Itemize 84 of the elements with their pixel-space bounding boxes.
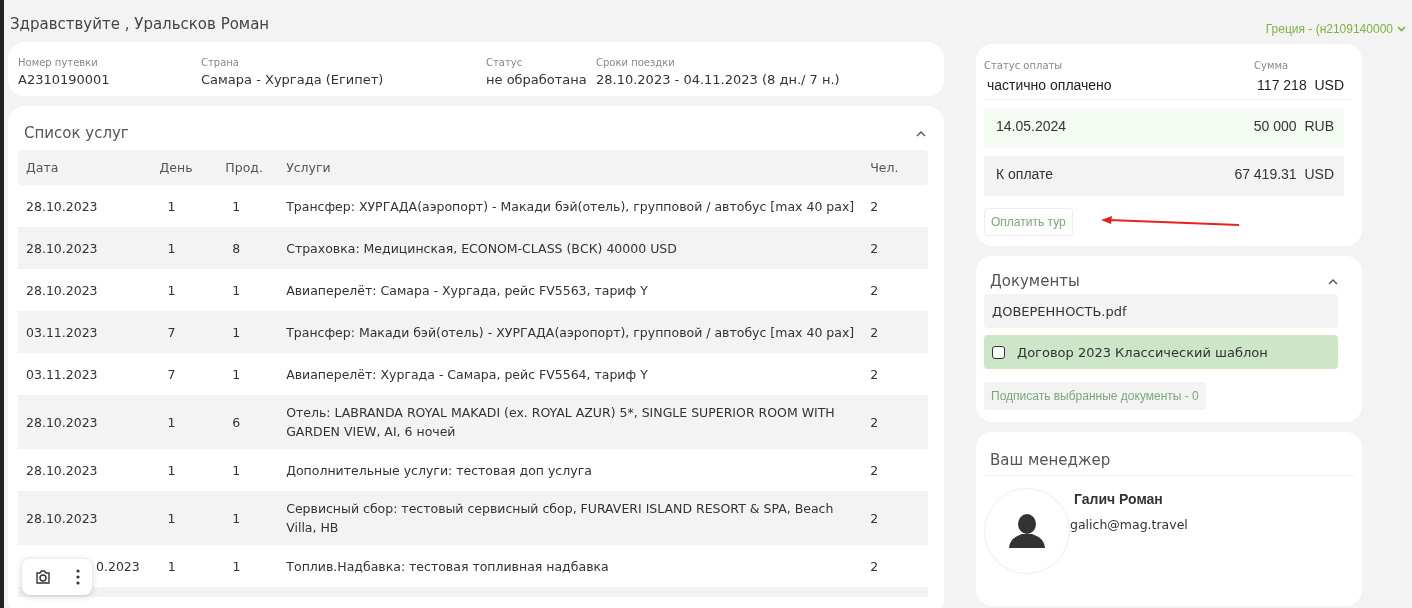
collapse-caret-icon[interactable] xyxy=(916,129,926,137)
table-cell-text: 7 xyxy=(166,324,177,340)
field-label: Сумма xyxy=(1254,60,1289,71)
total-amount: 117 218 USD xyxy=(1256,77,1344,93)
table-cell-text: 2 xyxy=(869,414,880,430)
table-cell-text: 6 xyxy=(231,414,242,430)
table-cell-text: 0.2023 xyxy=(95,558,141,574)
manager-name: Галич Роман xyxy=(1073,491,1164,507)
manager-email: galich@mag.travel xyxy=(1070,517,1188,532)
table-cell-text: 1 xyxy=(231,366,242,382)
field-value: не обработана xyxy=(486,72,588,87)
table-cell-text: 1 xyxy=(166,558,177,574)
table-cell-text: 1 xyxy=(166,414,177,430)
field-label: Номер путевки xyxy=(18,57,99,68)
field-value: A2310190001 xyxy=(18,72,111,87)
document-name: Договор 2023 Классический шаблон xyxy=(1017,344,1268,360)
table-cell-text: Трансфер: Макади бэй(отель) - ХУРГАДА(аэропорт), групповой / автобус [max 40 pax] xyxy=(286,323,856,342)
table-cell-text: 2 xyxy=(869,282,880,298)
table-cell-text: 1 xyxy=(231,558,242,574)
table-cell-text: 2 xyxy=(869,510,880,526)
table-cell-text: 1 xyxy=(166,462,177,478)
column-header: Услуги xyxy=(286,159,332,177)
table-cell-text: 28.10.2023 xyxy=(26,510,99,526)
table-cell-text: 28.10.2023 xyxy=(26,414,99,430)
payment-amount: 67 419.31 USD xyxy=(1234,166,1334,182)
table-cell-text: 2 xyxy=(869,198,880,214)
table-cell-text: 1 xyxy=(231,198,242,214)
table-cell-text: 2 xyxy=(869,462,880,478)
section-title: Ваш менеджер xyxy=(990,451,1111,469)
table-cell-text: 1 xyxy=(166,282,177,298)
section-title: Список услуг xyxy=(24,124,129,142)
checkbox[interactable] xyxy=(992,345,1005,359)
account-switch[interactable]: Греция - (н2109140000 xyxy=(1265,22,1406,36)
payment-label: К оплате xyxy=(996,166,1054,182)
table-cell-text: 2 xyxy=(869,558,880,574)
person-silhouette-icon xyxy=(1009,514,1045,548)
table-cell-text: Отель: LABRANDA ROYAL MAKADI (ex. ROYAL AZUR) 5*, SINGLE SUPERIOR ROOM WITH GARDEN VIEW, AI, 6 ночей xyxy=(286,404,836,441)
table-cell-text: 28.10.2023 xyxy=(26,282,99,298)
collapse-caret-icon[interactable] xyxy=(1328,277,1338,285)
table-cell-text: 1 xyxy=(231,282,242,298)
table-cell-text: Авиаперелёт: Хургада - Самара, рейс FV5564, тариф Y xyxy=(286,365,649,384)
section-title: Документы xyxy=(990,272,1080,290)
payment-label: 14.05.2024 xyxy=(996,118,1067,134)
table-cell-text: 28.10.2023 xyxy=(26,198,99,214)
table-cell-text: 1 xyxy=(166,240,177,256)
field-label: Страна xyxy=(201,57,240,68)
column-header: Прод. xyxy=(225,160,264,175)
table-cell-text: Страховка: Медицинская, ECONOM-CLASS (ВСК) 40000 USD xyxy=(286,239,678,258)
table-cell-text: 03.11.2023 xyxy=(26,324,99,340)
table-cell-text: 2 xyxy=(869,324,880,340)
column-header: Дата xyxy=(26,160,60,175)
table-cell-text: 03.11.2023 xyxy=(26,366,99,382)
document-item[interactable]: Договор 2023 Классический шаблон xyxy=(984,335,1338,369)
table-cell-text: 1 xyxy=(231,324,242,340)
table-cell-text: Авиаперелёт: Самара - Хургада, рейс FV5563, тариф Y xyxy=(286,281,649,300)
table-cell-text: 1 xyxy=(166,198,177,214)
table-cell-text: Трансфер: ХУРГАДА(аэропорт) - Макади бэй(отель), групповой / автобус [max 40 pax] xyxy=(286,197,856,216)
greeting: Здравствуйте , Уральсков Роман xyxy=(10,15,270,33)
table-cell-text: 2 xyxy=(869,366,880,382)
pay-tour-button[interactable]: Оплатить тур xyxy=(984,208,1073,236)
payment-amount: 50 000 RUB xyxy=(1253,118,1334,134)
table-cell-text: 2 xyxy=(869,240,880,256)
field-label: Статус оплаты xyxy=(984,60,1064,71)
table-cell-text: 1 xyxy=(231,462,242,478)
table-cell-text: Топлив.Надбавка: тестовая топливная надбавка xyxy=(286,557,610,576)
table-cell-text: 28.10.2023 xyxy=(26,462,99,478)
field-label: Сроки поездки xyxy=(596,57,676,68)
column-header: День xyxy=(159,160,194,175)
table-cell-text: 8 xyxy=(231,240,242,256)
table-cell-text: 28.10.2023 xyxy=(26,240,99,256)
camera-icon[interactable] xyxy=(34,568,52,586)
more-menu-icon[interactable] xyxy=(76,569,80,585)
table-cell-text: Сервисный сбор: тестовый сервисный сбор, FURAVERI ISLAND RESORT & SPA, Beach Villa, HB xyxy=(286,500,835,537)
field-value: 28.10.2023 - 04.11.2023 (8 дн./ 7 н.) xyxy=(596,72,840,87)
column-header: Чел. xyxy=(869,160,900,175)
field-label: Статус xyxy=(486,57,524,68)
field-value: Самара - Хургада (Египет) xyxy=(201,72,385,87)
table-cell-text: 1 xyxy=(166,510,177,526)
table-cell-text: Дополнительные услуги: тестовая доп услуга xyxy=(286,461,593,480)
table-cell-text: 7 xyxy=(166,366,177,382)
document-link[interactable]: ДОВЕРЕННОСТЬ.pdf xyxy=(984,294,1338,328)
table-cell-text: 1 xyxy=(231,510,242,526)
sign-documents-button[interactable]: Подписать выбранные документы - 0 xyxy=(984,382,1206,410)
payment-status: частично оплачено xyxy=(986,77,1112,93)
